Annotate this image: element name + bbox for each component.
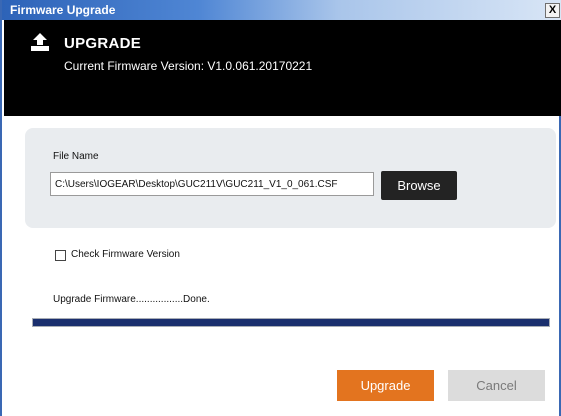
- upgrade-progress-bar: [32, 318, 550, 327]
- upload-icon: [31, 33, 49, 51]
- progress-bar-fill: [33, 319, 549, 326]
- window-title: Firmware Upgrade: [10, 3, 116, 17]
- close-button[interactable]: X: [545, 3, 560, 18]
- title-bar: Firmware Upgrade X: [2, 0, 561, 20]
- check-firmware-version-label: Check Firmware Version: [71, 249, 180, 260]
- upgrade-status-text: Upgrade Firmware.................Done.: [53, 294, 210, 305]
- check-firmware-version-checkbox[interactable]: [55, 250, 66, 261]
- cancel-button[interactable]: Cancel: [448, 370, 545, 401]
- firmware-upgrade-dialog: Firmware Upgrade X UPGRADE Current Firmw…: [0, 0, 561, 416]
- file-path-input[interactable]: [50, 172, 374, 196]
- page-title: UPGRADE: [64, 35, 142, 52]
- file-name-label: File Name: [53, 151, 99, 162]
- current-firmware-version: Current Firmware Version: V1.0.061.20170…: [64, 59, 313, 73]
- upgrade-button[interactable]: Upgrade: [337, 370, 434, 401]
- browse-button[interactable]: Browse: [381, 171, 457, 200]
